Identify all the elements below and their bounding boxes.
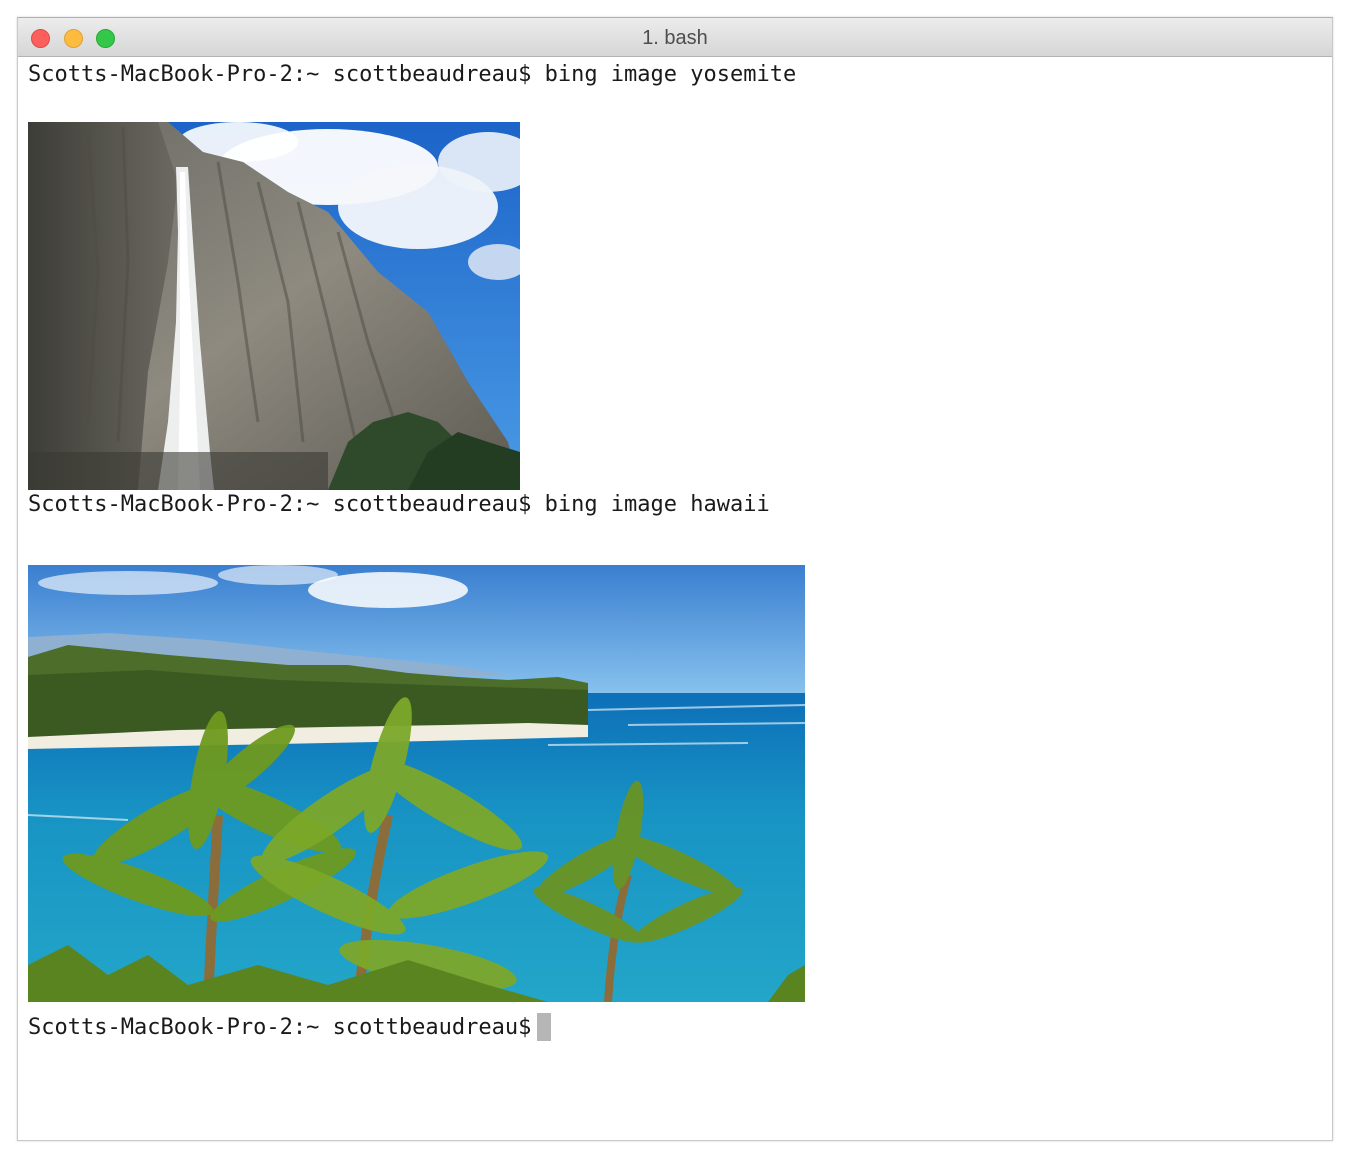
terminal-line: Scotts-MacBook-Pro-2:~ scottbeaudreau$: [28, 1013, 552, 1043]
prompt: Scotts-MacBook-Pro-2:~ scottbeaudreau$: [28, 1015, 532, 1040]
window-title: 1. bash: [642, 27, 708, 49]
command: bing image hawaii: [544, 492, 770, 517]
prompt: Scotts-MacBook-Pro-2:~ scottbeaudreau$: [28, 492, 532, 517]
text-cursor: [537, 1013, 552, 1041]
title-bar[interactable]: 1. bash: [18, 18, 1332, 57]
terminal-content[interactable]: Scotts-MacBook-Pro-2:~ scottbeaudreau$ b…: [28, 57, 1332, 1140]
yosemite-image: [28, 122, 520, 490]
command: bing image yosemite: [544, 62, 797, 87]
hawaii-image: [28, 565, 805, 1002]
terminal-window: 1. bash Scotts-MacBook-Pro-2:~ scottbeau…: [17, 17, 1333, 1141]
terminal-line: Scotts-MacBook-Pro-2:~ scottbeaudreau$ b…: [28, 60, 796, 90]
prompt: Scotts-MacBook-Pro-2:~ scottbeaudreau$: [28, 62, 532, 87]
terminal-line: Scotts-MacBook-Pro-2:~ scottbeaudreau$ b…: [28, 490, 770, 520]
